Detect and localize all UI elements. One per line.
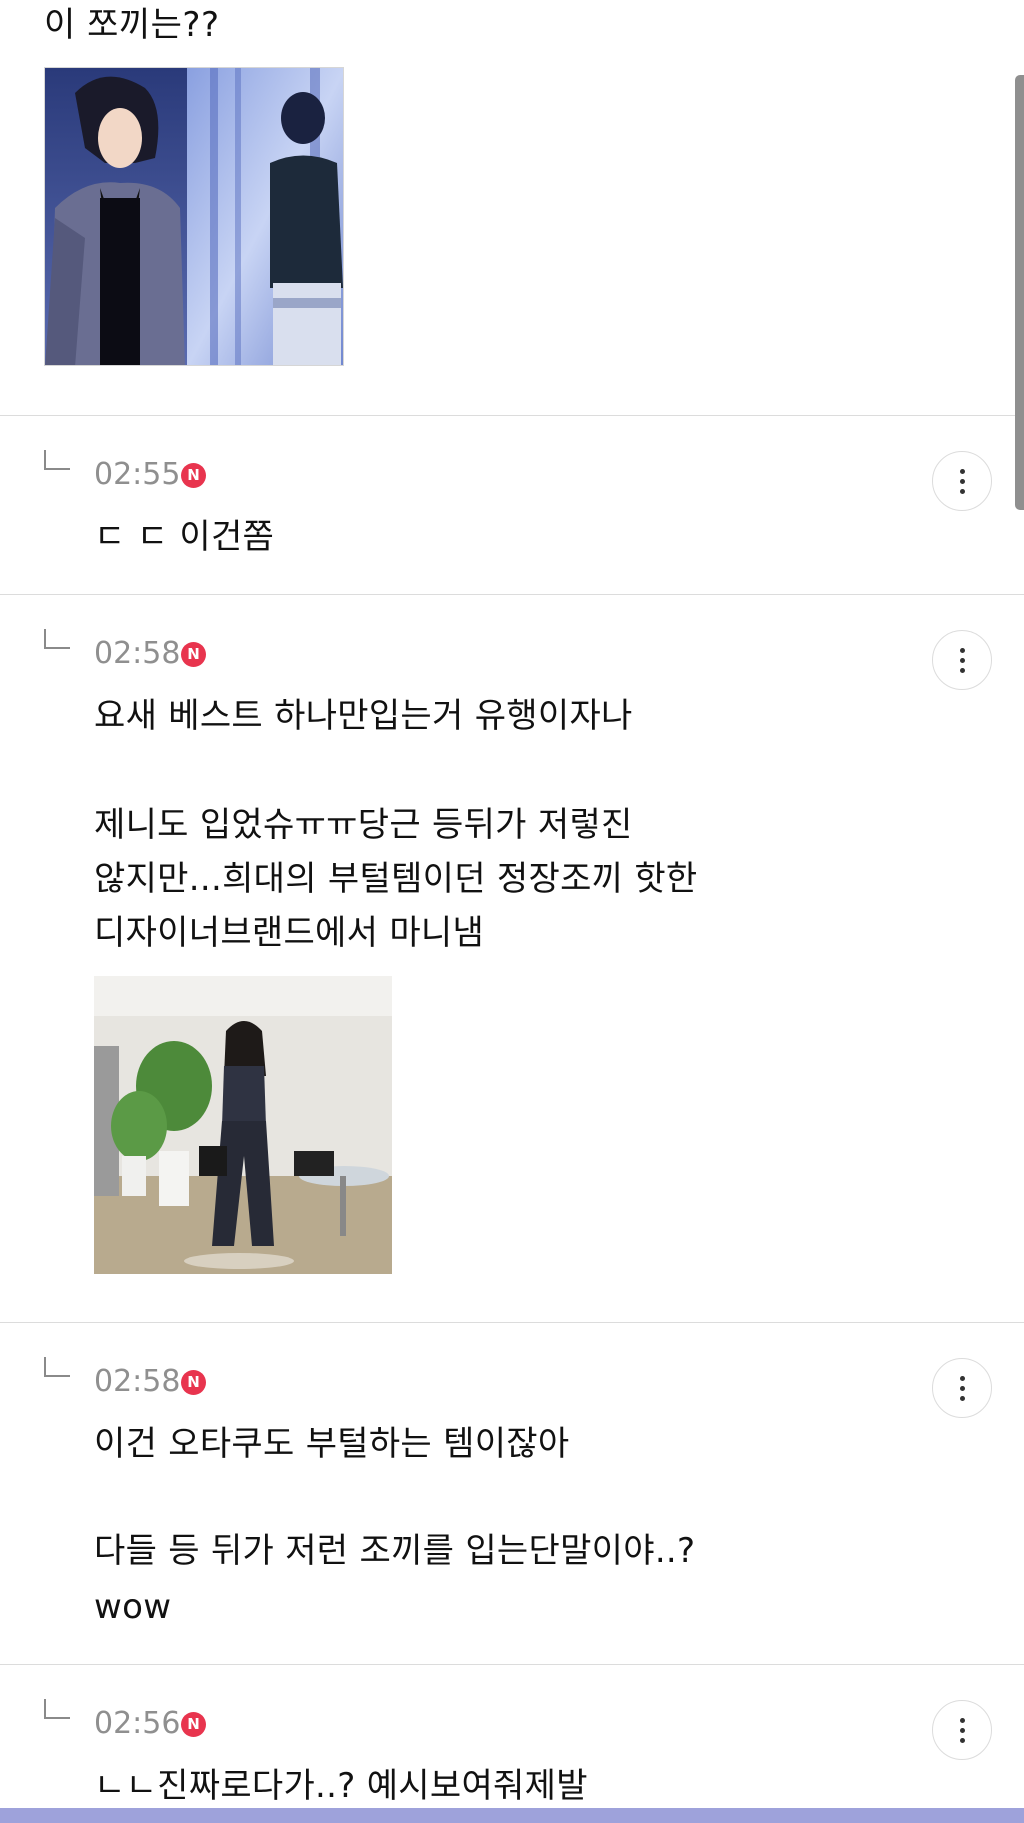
photo-image: [94, 976, 392, 1274]
reply-text: ㄷ ㄷ 이건쫌: [94, 517, 275, 557]
reply-text-line: 이건 오타쿠도 부털하는 템이잖아: [94, 1424, 570, 1464]
comment-thread: 이 쪼끼는?? 02:55 N ㄷ ㄷ 이건쫌 02:58 N 요새 베스트 하…: [0, 0, 1024, 1823]
reply-text-line: 다들 등 뒤가 저런 조끼를 입는단말이야..?: [94, 1531, 696, 1571]
reply-arrow-icon: [44, 1357, 70, 1377]
comment-image-photo[interactable]: [94, 976, 392, 1274]
new-badge-icon: N: [181, 463, 206, 488]
reply-text-line: wow: [94, 1587, 172, 1627]
divider: [0, 1664, 1024, 1665]
bottom-bar: [0, 1808, 1024, 1823]
reply-text: ㄴㄴ진짜로다가..? 예시보여줘제발: [94, 1766, 588, 1806]
reply-arrow-icon: [44, 1699, 70, 1719]
new-badge-icon: N: [181, 1370, 206, 1395]
timestamp: 02:55: [94, 457, 181, 492]
anime-image: [45, 68, 343, 365]
comment-text: 이 쪼끼는??: [44, 5, 220, 45]
reply-text-line: 않지만...희대의 부털템이던 정장조끼 핫한: [94, 859, 698, 899]
more-options-button[interactable]: [932, 451, 992, 511]
timestamp: 02:58: [94, 636, 181, 671]
reply-arrow-icon: [44, 629, 70, 649]
reply-text-line: 디자이너브랜드에서 마니냄: [94, 913, 485, 953]
more-options-button[interactable]: [932, 630, 992, 690]
reply-text-line: 제니도 입었슈ㅠㅠ당근 등뒤가 저렇진: [94, 805, 633, 845]
timestamp: 02:56: [94, 1706, 181, 1741]
divider: [0, 594, 1024, 595]
reply-text-line: 요새 베스트 하나만입는거 유행이자나: [94, 696, 633, 736]
more-options-button[interactable]: [932, 1358, 992, 1418]
divider: [0, 1322, 1024, 1323]
reply-arrow-icon: [44, 450, 70, 470]
new-badge-icon: N: [181, 642, 206, 667]
comment-image-anime[interactable]: [44, 67, 344, 366]
timestamp: 02:58: [94, 1364, 181, 1399]
new-badge-icon: N: [181, 1712, 206, 1737]
more-options-button[interactable]: [932, 1700, 992, 1760]
comment: 이 쪼끼는??: [44, 0, 944, 50]
divider: [0, 415, 1024, 416]
scrollbar[interactable]: [1015, 75, 1024, 510]
